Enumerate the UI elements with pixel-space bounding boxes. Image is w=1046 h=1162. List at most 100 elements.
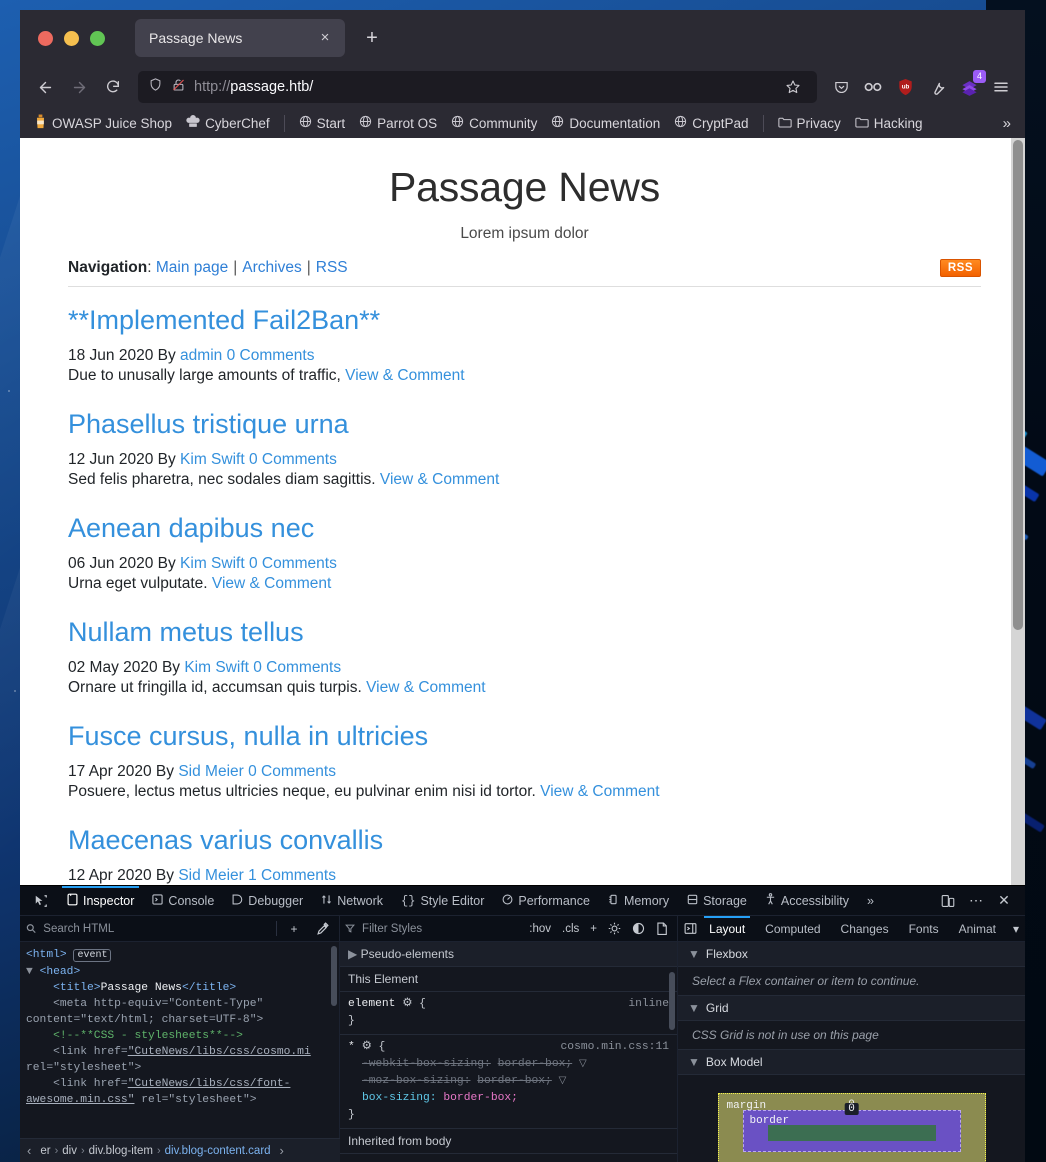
wrench-icon[interactable] (923, 73, 951, 101)
meta-line-1[interactable]: <meta http-equiv="Content-Type" (53, 998, 263, 1010)
grid-twisty-icon[interactable]: ▼ (688, 1001, 700, 1015)
responsive-design-icon[interactable] (935, 888, 961, 914)
rule-source-cosmo[interactable]: cosmo.min.css:11 (561, 1039, 669, 1056)
post-comments-link[interactable]: 1 Comments (248, 867, 336, 884)
nav-link-main-page[interactable]: Main page (156, 259, 228, 277)
breadcrumb-item-er[interactable]: er (36, 1145, 54, 1157)
link2-href-value-part2[interactable]: awesome.min.css" (26, 1094, 134, 1106)
rule-source-inline[interactable]: inline (628, 996, 669, 1013)
declaration-webkit-box-sizing-value[interactable]: border-box; (498, 1058, 573, 1070)
post-author-link[interactable]: Kim Swift (184, 659, 249, 676)
post-title-link[interactable]: Phasellus tristique urna (68, 409, 349, 439)
layers-extension-icon[interactable]: 4 (955, 70, 986, 101)
post-view-comment-link[interactable]: View & Comment (366, 679, 485, 696)
declaration-webkit-box-sizing-prop[interactable]: -webkit-box-sizing: (362, 1058, 491, 1070)
bookmark-cyberchef[interactable]: CyberChef (180, 112, 276, 135)
post-title-link[interactable]: Aenean dapibus nec (68, 513, 314, 543)
post-view-comment-link[interactable]: View & Comment (345, 367, 464, 384)
declaration-moz-box-sizing-prop[interactable]: -moz-box-sizing: (362, 1075, 470, 1087)
rules-vertical-scrollbar[interactable] (669, 972, 675, 1030)
devtools-tab-network[interactable]: Network (312, 886, 392, 915)
search-html-box[interactable] (26, 921, 270, 936)
minimize-window-button[interactable] (64, 30, 79, 46)
breadcrumb-item-blog-item[interactable]: div.blog-item (85, 1145, 157, 1157)
event-badge[interactable]: event (73, 949, 112, 962)
post-comments-link[interactable]: 0 Comments (249, 555, 337, 572)
add-node-button[interactable]: + (283, 919, 305, 939)
bookmark-start[interactable]: Start (293, 112, 352, 134)
universal-selector-rule[interactable]: cosmo.min.css:11 * ⚙ { -webkit-box-sizin… (340, 1035, 677, 1129)
box-model-twisty-icon[interactable]: ▼ (688, 1055, 700, 1069)
box-model-border-region[interactable]: border 0 (742, 1103, 961, 1152)
css-rules-body[interactable]: ▶ Pseudo-elements This Element inline el… (340, 942, 677, 1162)
box-model-section-header[interactable]: ▼ Box Model (678, 1050, 1025, 1075)
devtools-tab-performance[interactable]: Performance (493, 886, 599, 915)
layout-tab-animations[interactable]: Animat (950, 916, 1005, 942)
breadcrumb-item-blog-content-card[interactable]: div.blog-content.card (161, 1145, 275, 1157)
bookmark-folder-privacy[interactable]: Privacy (772, 113, 847, 134)
post-title-link[interactable]: Fusce cursus, nulla in ultricies (68, 721, 428, 751)
pseudo-twisty-icon[interactable]: ▶ (348, 947, 357, 961)
post-comments-link[interactable]: 0 Comments (248, 763, 336, 780)
url-bar[interactable]: http://passage.htb/ (138, 71, 817, 103)
filter-icon[interactable]: ▽ (559, 1076, 567, 1087)
html-tag-line[interactable]: <html> (26, 949, 67, 961)
lock-broken-icon[interactable] (171, 77, 186, 98)
post-author-link[interactable]: admin (180, 347, 222, 364)
rss-badge[interactable]: RSS (939, 259, 981, 277)
close-window-button[interactable] (38, 30, 53, 46)
menu-icon[interactable] (987, 73, 1015, 101)
filter-styles-input[interactable] (360, 921, 523, 936)
post-author-link[interactable]: Kim Swift (180, 451, 245, 468)
box-model-margin-region[interactable]: margin 0 border 0 (717, 1093, 986, 1162)
contrast-icon[interactable] (628, 919, 649, 939)
post-title-link[interactable]: Maecenas varius convallis (68, 825, 383, 855)
link1-href-value[interactable]: "CuteNews/libs/css/cosmo.mi (128, 1046, 311, 1058)
post-author-link[interactable]: Sid Meier (178, 763, 243, 780)
bookmark-folder-hacking[interactable]: Hacking (849, 113, 929, 134)
pocket-icon[interactable] (827, 73, 855, 101)
devtools-tab-debugger[interactable]: Debugger (223, 886, 312, 915)
forward-button[interactable] (64, 72, 94, 102)
box-model-border-top-value[interactable]: 0 (844, 1103, 859, 1115)
layout-tabs-overflow-caret-icon[interactable]: ▾ (1007, 922, 1025, 936)
head-tag-line[interactable]: <head> (40, 966, 81, 978)
bookmark-documentation[interactable]: Documentation (545, 112, 666, 134)
post-comments-link[interactable]: 0 Comments (227, 347, 315, 364)
layout-tab-computed[interactable]: Computed (756, 916, 829, 942)
infinity-icon[interactable] (859, 73, 887, 101)
meatball-menu-icon[interactable]: ⋯ (963, 888, 989, 914)
bookmark-owasp-juice-shop[interactable]: OWASP Juice Shop (28, 111, 178, 135)
markup-vertical-scrollbar[interactable] (331, 946, 337, 1006)
devtools-tab-console[interactable]: Console (143, 886, 223, 915)
layout-tab-changes[interactable]: Changes (832, 916, 898, 942)
shield-icon[interactable] (148, 77, 163, 97)
grid-section-header[interactable]: ▼ Grid (678, 996, 1025, 1021)
devtools-tabs-overflow[interactable]: » (858, 886, 883, 915)
post-view-comment-link[interactable]: View & Comment (540, 783, 659, 800)
rule-gear-icon[interactable]: ⚙ (362, 1041, 372, 1053)
post-view-comment-link[interactable]: View & Comment (380, 471, 499, 488)
post-author-link[interactable]: Kim Swift (180, 555, 245, 572)
breadcrumb-item-div[interactable]: div (58, 1145, 81, 1157)
devtools-tab-accessibility[interactable]: Accessibility (756, 886, 858, 915)
devtools-tab-style-editor[interactable]: {} Style Editor (392, 886, 493, 915)
layout-tab-fonts[interactable]: Fonts (900, 916, 948, 942)
search-html-input[interactable] (41, 921, 270, 936)
devtools-tab-storage[interactable]: Storage (678, 886, 756, 915)
close-tab-icon[interactable]: × (315, 28, 335, 48)
bookmark-community[interactable]: Community (445, 112, 543, 134)
bookmarks-overflow-button[interactable]: » (997, 115, 1017, 132)
filter-styles-box[interactable] (345, 921, 523, 936)
filter-icon[interactable]: ▽ (579, 1059, 587, 1070)
eyedropper-icon[interactable] (311, 919, 333, 939)
flexbox-twisty-icon[interactable]: ▼ (688, 947, 700, 961)
link2-href-value-part1[interactable]: "CuteNews/libs/css/font- (128, 1078, 291, 1090)
light-mode-icon[interactable] (604, 919, 625, 939)
rule-gear-icon[interactable]: ⚙ (402, 998, 412, 1010)
post-author-link[interactable]: Sid Meier (178, 867, 243, 884)
browser-tab[interactable]: Passage News × (135, 19, 345, 57)
flexbox-section-header[interactable]: ▼ Flexbox (678, 942, 1025, 967)
post-title-link[interactable]: **Implemented Fail2Ban** (68, 305, 380, 335)
inline-element-rule[interactable]: inline element ⚙ { } (340, 992, 677, 1035)
